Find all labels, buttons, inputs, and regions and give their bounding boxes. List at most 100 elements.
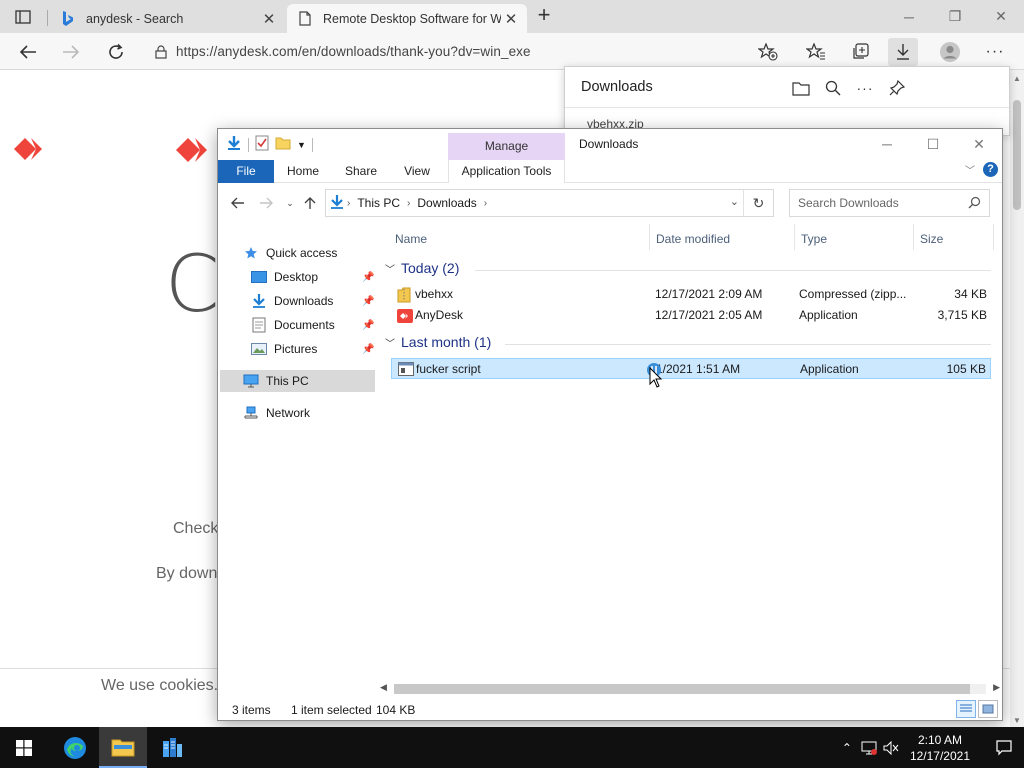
taskbar-server-manager[interactable] [148, 727, 196, 768]
column-divider[interactable] [993, 224, 994, 250]
column-divider[interactable] [794, 224, 795, 250]
breadcrumb-chevron-icon[interactable]: › [484, 198, 487, 209]
collapse-chevron-icon[interactable]: ﹀ [385, 261, 395, 276]
details-view-icon[interactable] [956, 700, 976, 718]
new-folder-icon[interactable] [275, 135, 291, 154]
scroll-left-icon[interactable]: ◀ [380, 682, 387, 693]
sidebar-item-documents[interactable]: Documents 📌 [250, 314, 375, 336]
breadcrumb-chevron-icon[interactable]: › [347, 198, 350, 209]
column-header-date[interactable]: Date modified [656, 232, 730, 246]
settings-menu-button[interactable]: ··· [980, 38, 1010, 66]
pin-icon[interactable]: 📌 [362, 272, 374, 283]
pin-icon[interactable] [886, 77, 908, 99]
sidebar-item-pictures[interactable]: Pictures 📌 [250, 338, 375, 360]
clock[interactable]: 2:10 AM 12/17/2021 [910, 732, 970, 764]
url-field[interactable]: https://anydesk.com/en/downloads/thank-y… [146, 38, 786, 65]
sidebar-item-desktop[interactable]: Desktop 📌 [250, 266, 375, 288]
up-button[interactable] [300, 194, 320, 212]
network-status-icon[interactable] [858, 741, 880, 755]
tab-actions-button[interactable] [8, 6, 38, 28]
breadcrumb-this-pc[interactable]: This PC [357, 196, 400, 210]
file-row-vbehxx[interactable]: vbehxx 12/17/2021 2:09 AM Compressed (zi… [391, 284, 991, 305]
tab-title: Remote Desktop Software for W [323, 11, 501, 26]
forward-button[interactable] [57, 38, 85, 66]
horizontal-scrollbar[interactable]: ◀ ▶ [378, 682, 1002, 696]
sidebar-item-network[interactable]: Network [242, 402, 310, 424]
pin-icon[interactable]: 📌 [362, 320, 374, 331]
tab-file[interactable]: File [218, 160, 274, 183]
favorites-button[interactable] [801, 38, 831, 66]
help-icon[interactable]: ? [983, 162, 998, 177]
tab-share[interactable]: Share [338, 160, 384, 183]
breadcrumb[interactable]: › This PC › Downloads › ⌄ ↻ [325, 189, 774, 217]
close-tab-icon[interactable]: ✕ [501, 9, 521, 29]
pin-icon[interactable]: 📌 [362, 344, 374, 355]
column-header-type[interactable]: Type [801, 232, 827, 246]
sidebar-item-quick-access[interactable]: Quick access [242, 242, 337, 264]
collections-button[interactable] [845, 38, 875, 66]
start-button[interactable] [0, 727, 48, 768]
anydesk-logo-icon[interactable] [14, 136, 54, 165]
recent-locations-icon[interactable]: ⌄ [280, 194, 300, 212]
pin-icon[interactable]: 📌 [362, 296, 374, 307]
profile-button[interactable] [935, 38, 965, 66]
column-header-name[interactable]: Name [395, 232, 427, 246]
minimize-icon[interactable]: ─ [864, 129, 910, 159]
group-header-last-month[interactable]: ﹀ Last month (1) [385, 334, 991, 350]
breadcrumb-chevron-icon[interactable]: › [407, 198, 410, 209]
properties-icon[interactable] [255, 135, 269, 154]
downloads-button[interactable] [888, 38, 918, 66]
column-divider[interactable] [913, 224, 914, 250]
file-row-fucker-script[interactable]: fucker script 1/2021 1:51 AM Application… [391, 358, 991, 379]
expand-ribbon-icon[interactable]: ﹀ [965, 162, 975, 177]
server-manager-icon [163, 737, 182, 757]
sidebar-item-this-pc[interactable]: This PC [220, 370, 375, 392]
back-button[interactable] [14, 38, 42, 66]
close-tab-icon[interactable]: ✕ [259, 9, 279, 29]
maximize-icon[interactable]: ☐ [910, 129, 956, 159]
address-dropdown-icon[interactable]: ⌄ [730, 195, 739, 208]
sidebar-item-downloads[interactable]: Downloads 📌 [250, 290, 375, 312]
open-folder-icon[interactable] [790, 77, 812, 99]
refresh-button[interactable] [102, 38, 130, 66]
tab-home[interactable]: Home [278, 160, 328, 183]
scroll-up-icon[interactable]: ▲ [1013, 74, 1021, 83]
downloads-folder-icon [250, 293, 268, 309]
file-row-anydesk[interactable]: AnyDesk 12/17/2021 2:05 AM Application 3… [391, 305, 991, 326]
back-button[interactable] [228, 194, 248, 212]
tab-anydesk-search[interactable]: anydesk - Search ✕ [50, 4, 285, 33]
tab-application-tools[interactable]: Application Tools [448, 160, 565, 183]
downloads-arrow-icon[interactable] [226, 135, 242, 154]
page-scrollbar[interactable]: ▲ ▼ [1010, 70, 1024, 727]
refresh-icon[interactable]: ↻ [743, 190, 773, 216]
collapse-chevron-icon[interactable]: ﹀ [385, 335, 395, 350]
taskbar-file-explorer[interactable] [99, 727, 147, 768]
breadcrumb-downloads[interactable]: Downloads [417, 196, 476, 210]
forward-button[interactable] [256, 194, 276, 212]
column-header-size[interactable]: Size [920, 232, 943, 246]
action-center-button[interactable] [984, 739, 1024, 756]
large-icons-view-icon[interactable] [978, 700, 998, 718]
customize-qat-icon[interactable]: ▼ [297, 140, 306, 150]
scroll-right-icon[interactable]: ▶ [993, 682, 1000, 693]
taskbar-edge[interactable] [51, 727, 99, 768]
add-favorite-button[interactable] [753, 38, 783, 66]
new-tab-button[interactable]: + [533, 4, 555, 27]
show-hidden-icons-icon[interactable]: ⌃ [836, 741, 858, 755]
tab-anydesk-download[interactable]: Remote Desktop Software for W ✕ [287, 4, 527, 33]
search-input[interactable]: Search Downloads [789, 189, 990, 217]
volume-muted-icon[interactable] [880, 740, 902, 755]
more-options-icon[interactable]: ··· [854, 77, 876, 99]
scroll-down-icon[interactable]: ▼ [1013, 716, 1021, 725]
scrollbar-thumb[interactable] [1013, 100, 1021, 210]
group-header-today[interactable]: ﹀ Today (2) [385, 260, 991, 276]
search-icon[interactable] [822, 77, 844, 99]
tab-view[interactable]: View [394, 160, 440, 183]
column-divider[interactable] [649, 224, 650, 250]
scrollbar-thumb[interactable] [394, 684, 970, 694]
close-window-icon[interactable]: ✕ [978, 0, 1024, 33]
minimize-icon[interactable]: ─ [886, 0, 932, 33]
manage-context-tab[interactable]: Manage [448, 133, 565, 160]
close-window-icon[interactable]: ✕ [956, 129, 1002, 159]
restore-icon[interactable]: ❐ [932, 0, 978, 33]
